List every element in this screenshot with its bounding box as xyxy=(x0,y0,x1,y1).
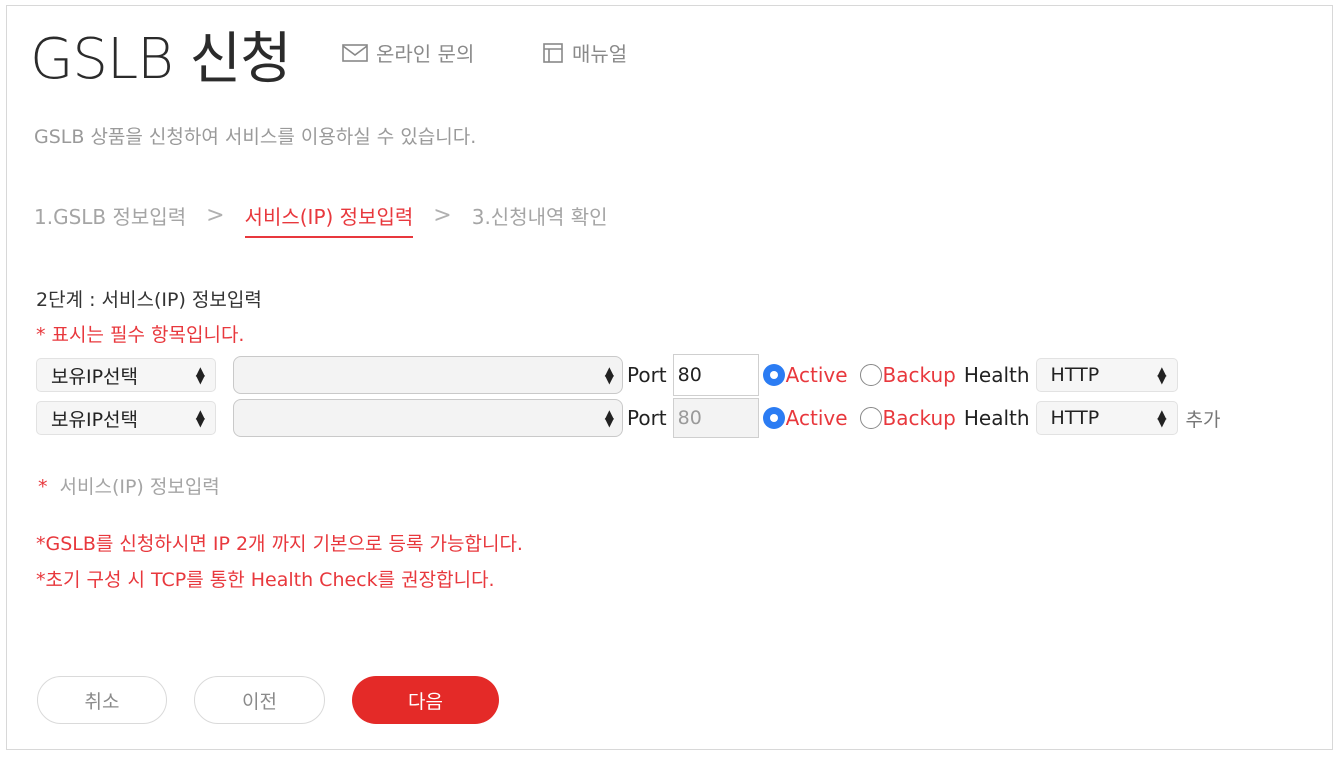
step-chevron-icon: > xyxy=(433,203,452,228)
port-input xyxy=(672,398,759,438)
active-label: Active xyxy=(785,363,848,387)
step-3: 3.신청내역 확인 xyxy=(471,205,608,229)
health-label: Health xyxy=(963,363,1030,387)
ip-type-value: 보유IP선택 xyxy=(51,408,138,431)
radio-unselected-icon[interactable] xyxy=(859,407,882,429)
ip-type-select[interactable]: 보유IP선택 ▲ ▼ xyxy=(36,401,216,435)
service-row: 보유IP선택 ▲▼ ▲▼ Port Active Backup Health H… xyxy=(36,398,1221,438)
radio-unselected-icon[interactable] xyxy=(859,364,882,386)
add-row-link[interactable]: 추가 xyxy=(1186,405,1221,432)
select-arrows-icon: ▲ ▼ xyxy=(1157,364,1167,386)
select-arrows-icon: ▲ ▼ xyxy=(1157,407,1167,429)
backup-label: Backup xyxy=(882,363,956,387)
mail-icon xyxy=(342,43,368,63)
radio-selected-icon[interactable] xyxy=(762,407,785,429)
step-1: 1.GSLB 정보입력 xyxy=(34,205,187,229)
select-arrows-icon: ▲ ▼ xyxy=(195,364,205,386)
notice-text: *GSLB를 신청하시면 IP 2개 까지 기본으로 등록 가능합니다. xyxy=(36,533,523,555)
manual-icon xyxy=(542,42,564,64)
cancel-button[interactable]: 취소 xyxy=(37,676,167,724)
port-label: Port xyxy=(627,406,667,430)
ip-address-select[interactable]: ▲ ▼ xyxy=(233,399,623,437)
page-title: GSLB 신청 xyxy=(30,27,292,92)
ip-type-select[interactable]: 보유IP선택 ▲ ▼ xyxy=(36,358,216,392)
required-star: * xyxy=(38,476,48,498)
select-arrows-icon: ▲ ▼ xyxy=(195,407,205,429)
service-info-text: 서비스(IP) 정보입력 xyxy=(59,476,220,498)
required-note: * 표시는 필수 항목입니다. xyxy=(36,324,245,346)
health-check-value: HTTP xyxy=(1050,364,1100,386)
health-label: Health xyxy=(963,406,1030,430)
backup-radio-option[interactable]: Backup xyxy=(859,406,956,430)
online-inquiry-link[interactable]: 온라인 문의 xyxy=(342,38,474,67)
ip-address-select[interactable]: ▲ ▼ xyxy=(233,356,623,394)
select-arrows-icon: ▲ ▼ xyxy=(604,364,614,386)
service-row: 보유IP선택 ▲▼ ▲▼ Port Active Backup Health H… xyxy=(36,354,1178,396)
manual-link[interactable]: 매뉴얼 xyxy=(542,38,627,67)
select-arrows-icon: ▲ ▼ xyxy=(604,407,614,429)
section-title: 2단계 : 서비스(IP) 정보입력 xyxy=(36,289,262,311)
active-radio-option[interactable]: Active xyxy=(762,406,848,430)
manual-label: 매뉴얼 xyxy=(572,42,628,66)
health-check-select[interactable]: HTTP ▲ ▼ xyxy=(1035,401,1178,435)
prev-button[interactable]: 이전 xyxy=(194,676,325,724)
step-chevron-icon: > xyxy=(206,203,225,228)
health-check-select[interactable]: HTTP ▲ ▼ xyxy=(1035,358,1178,392)
page-description: GSLB 상품을 신청하여 서비스를 이용하실 수 있습니다. xyxy=(34,126,477,148)
port-label: Port xyxy=(627,363,667,387)
backup-radio-option[interactable]: Backup xyxy=(859,363,956,387)
radio-selected-icon[interactable] xyxy=(762,364,785,386)
step-indicator: 1.GSLB 정보입력 > 서비스(IP) 정보입력 > 3.신청내역 확인 xyxy=(34,201,608,238)
service-info-label: * 서비스(IP) 정보입력 xyxy=(38,472,220,499)
online-inquiry-label: 온라인 문의 xyxy=(376,42,475,66)
active-radio-option[interactable]: Active xyxy=(762,363,848,387)
backup-label: Backup xyxy=(882,406,956,430)
step-2: 서비스(IP) 정보입력 xyxy=(244,201,414,238)
ip-type-value: 보유IP선택 xyxy=(51,365,138,388)
notice-text: *초기 구성 시 TCP를 통한 Health Check를 권장합니다. xyxy=(36,569,495,591)
health-check-value: HTTP xyxy=(1050,407,1100,429)
port-input[interactable] xyxy=(672,354,759,396)
active-label: Active xyxy=(785,406,848,430)
next-button[interactable]: 다음 xyxy=(352,676,499,724)
